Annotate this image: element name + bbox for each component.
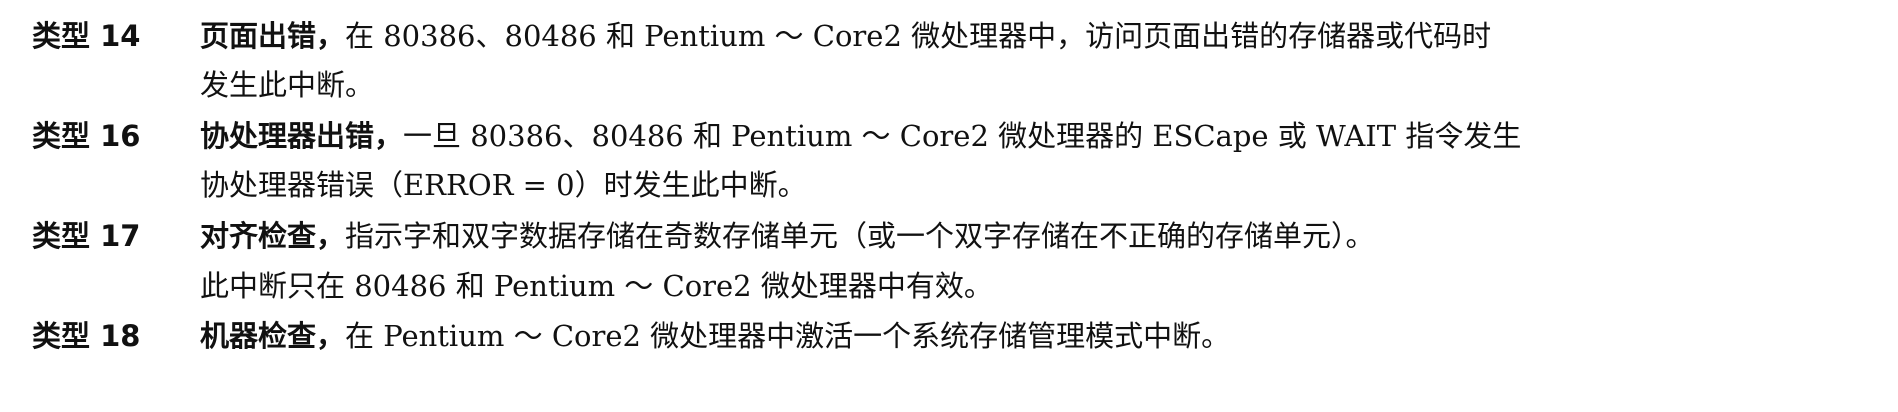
entry-line: 机器检查，在 Pentium ～ Core2 微处理器中激活一个系统存储管理模式…: [200, 313, 1230, 355]
entry-label: 类型 14: [32, 19, 141, 53]
entry-term: 机器检查，: [200, 319, 346, 353]
entry-label: 类型 16: [32, 119, 141, 153]
entry-text-continued: 协处理器错误（ERROR = 0）时发生此中断。: [200, 168, 807, 202]
entry-term: 页面出错，: [200, 19, 346, 53]
entry-text-continued: 此中断只在 80486 和 Pentium ～ Core2 微处理器中有效。: [200, 269, 993, 303]
entry-text: 指示字和双字数据存储在奇数存储单元（或一个双字存储在不正确的存储单元）。: [345, 219, 1375, 253]
entry-line: 协处理器出错，一旦 80386、80486 和 Pentium ～ Core2 …: [200, 113, 1521, 155]
entry-label: 类型 17: [32, 219, 141, 253]
entry-line: 页面出错，在 80386、80486 和 Pentium ～ Core2 微处理…: [200, 13, 1491, 55]
entry-text: 在 80386、80486 和 Pentium ～ Core2 微处理器中，访问…: [345, 19, 1492, 53]
entry-term: 协处理器出错，: [200, 119, 404, 153]
entry-text: 在 Pentium ～ Core2 微处理器中激活一个系统存储管理模式中断。: [345, 319, 1231, 353]
entry-label: 类型 18: [32, 319, 141, 353]
entry-line: 对齐检查，指示字和双字数据存储在奇数存储单元（或一个双字存储在不正确的存储单元）…: [200, 213, 1375, 255]
entry-text-continued: 发生此中断。: [200, 68, 375, 102]
entry-text: 一旦 80386、80486 和 Pentium ～ Core2 微处理器的 E…: [403, 119, 1522, 153]
entry-term: 对齐检查，: [200, 219, 346, 253]
